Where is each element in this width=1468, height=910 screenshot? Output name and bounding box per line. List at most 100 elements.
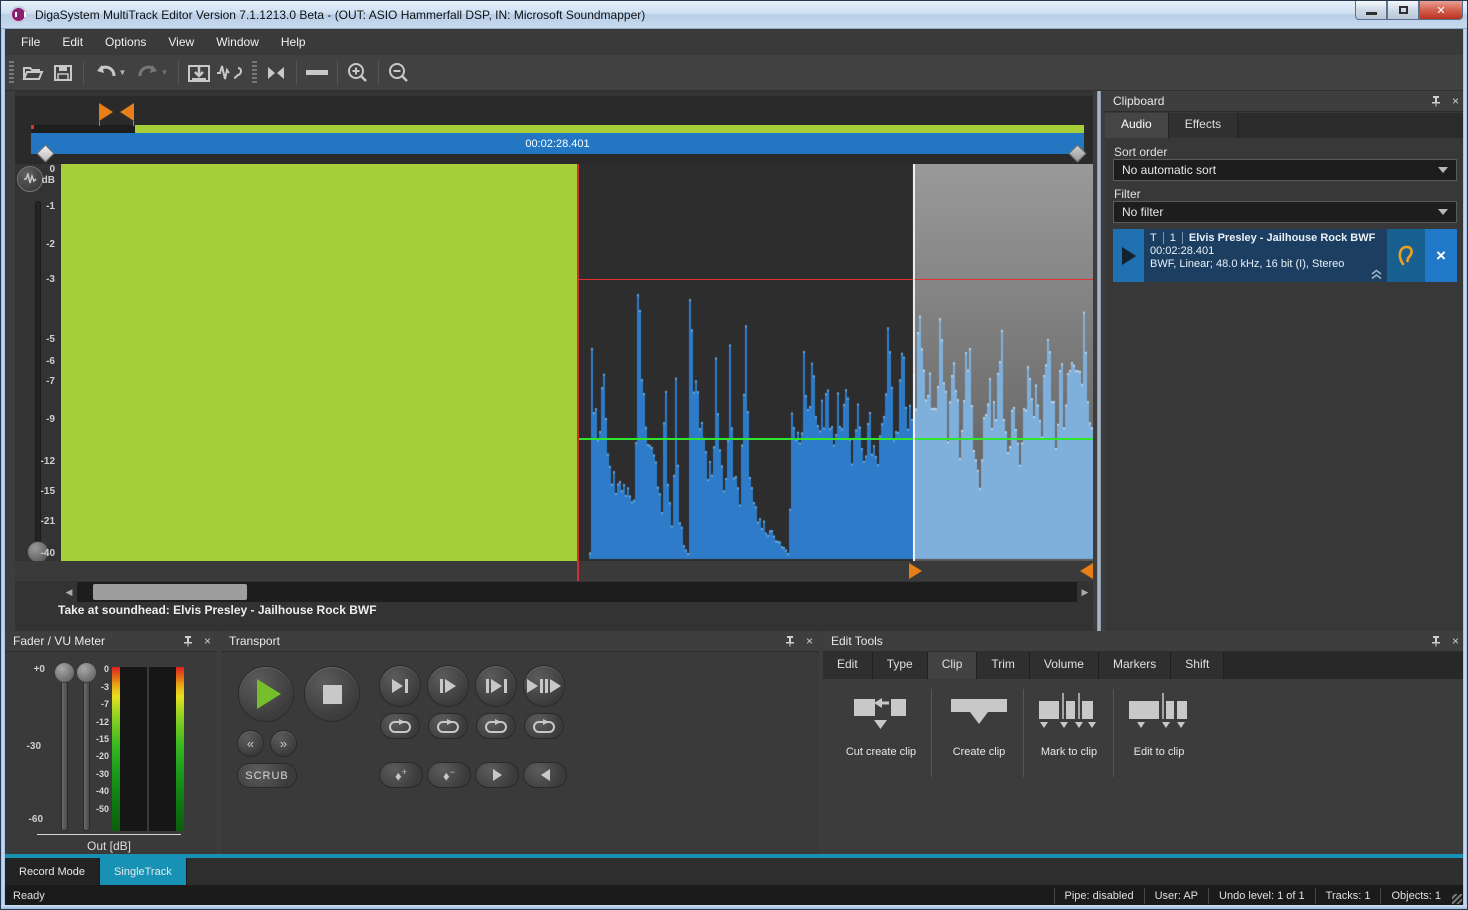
pin-icon[interactable] bbox=[1430, 95, 1442, 107]
entry-play-button[interactable] bbox=[1113, 229, 1144, 282]
selection-in-marker-icon[interactable] bbox=[909, 563, 922, 579]
playhead-cursor[interactable] bbox=[577, 164, 579, 581]
tab-trim[interactable]: Trim bbox=[977, 652, 1030, 679]
hscroll-left-arrow[interactable]: ◀ bbox=[61, 582, 77, 602]
prelisten-button[interactable] bbox=[214, 59, 244, 87]
pin-icon[interactable] bbox=[1430, 635, 1442, 647]
marker-strip[interactable] bbox=[15, 561, 1093, 581]
remove-button[interactable] bbox=[302, 59, 332, 87]
tab-effects[interactable]: Effects bbox=[1169, 113, 1238, 138]
restore-icon bbox=[1399, 6, 1408, 14]
redo-dropdown-caret[interactable]: ▼ bbox=[161, 68, 169, 77]
nudge-right-button[interactable] bbox=[475, 762, 519, 788]
import-take-button[interactable] bbox=[184, 59, 214, 87]
play-around-cursor-button[interactable] bbox=[523, 665, 565, 707]
waveform-canvas[interactable] bbox=[577, 164, 1093, 561]
window-border-right bbox=[1463, 29, 1467, 910]
restore-button[interactable] bbox=[1387, 1, 1419, 20]
loop-around-cursor-button[interactable] bbox=[524, 713, 564, 739]
entry-remove-button[interactable]: × bbox=[1425, 229, 1457, 282]
overview-marker-in-icon[interactable] bbox=[99, 103, 113, 121]
nudge-left-button[interactable] bbox=[523, 762, 567, 788]
redo-button[interactable]: ▼ bbox=[131, 59, 173, 87]
undo-button[interactable]: ▼ bbox=[89, 59, 131, 87]
play-button[interactable] bbox=[238, 666, 294, 722]
play-to-cursor-button[interactable] bbox=[379, 665, 421, 707]
remove-marker-button[interactable]: ♦− bbox=[427, 762, 471, 788]
entry-info[interactable]: T 1 Elvis Presley - Jailhouse Rock BWF 0… bbox=[1144, 229, 1387, 282]
filter-select[interactable]: No filter bbox=[1113, 201, 1457, 223]
loop-icon bbox=[436, 719, 460, 734]
clipboard-entry[interactable]: T 1 Elvis Presley - Jailhouse Rock BWF 0… bbox=[1113, 229, 1457, 282]
undo-dropdown-caret[interactable]: ▼ bbox=[119, 68, 127, 77]
entry-format: BWF, Linear; 48.0 kHz, 16 bit (I), Stere… bbox=[1150, 258, 1381, 270]
tab-edit[interactable]: Edit bbox=[823, 652, 873, 679]
minimize-button[interactable] bbox=[1355, 1, 1387, 20]
timeline-duration-bar[interactable]: 00:02:28.401 bbox=[31, 133, 1084, 154]
fader-track-left[interactable] bbox=[61, 673, 68, 831]
menu-help[interactable]: Help bbox=[271, 31, 316, 53]
skip-back-button[interactable]: « bbox=[237, 730, 264, 757]
close-icon: × bbox=[1436, 246, 1446, 266]
loop-from-cursor-button[interactable] bbox=[428, 713, 468, 739]
vu-scale-tick: -30 bbox=[87, 769, 109, 779]
hscroll-thumb[interactable] bbox=[93, 584, 247, 600]
skip-forward-button[interactable]: » bbox=[270, 730, 297, 757]
selection-out-marker-icon[interactable] bbox=[1080, 563, 1093, 579]
toolbar-grip[interactable] bbox=[252, 61, 257, 85]
add-marker-button[interactable]: ♦+ bbox=[379, 762, 423, 788]
mark-to-clip-button[interactable]: Mark to clip bbox=[1025, 693, 1113, 758]
overview-marker-out-icon[interactable] bbox=[120, 103, 134, 121]
tab-singletrack[interactable]: SingleTrack bbox=[100, 858, 187, 885]
zoom-out-button[interactable] bbox=[384, 59, 414, 87]
db-tick: -1 bbox=[15, 201, 55, 212]
tab-record-mode[interactable]: Record Mode bbox=[5, 858, 100, 885]
tab-volume[interactable]: Volume bbox=[1030, 652, 1099, 679]
entry-prelisten-button[interactable] bbox=[1387, 229, 1425, 282]
menu-window[interactable]: Window bbox=[206, 31, 269, 53]
stop-button[interactable] bbox=[304, 666, 360, 722]
loop-to-cursor-button[interactable] bbox=[380, 713, 420, 739]
save-button[interactable] bbox=[48, 59, 78, 87]
scrub-button[interactable]: SCRUB bbox=[237, 763, 297, 788]
toolbar-grip[interactable] bbox=[9, 61, 14, 85]
close-panel-icon[interactable]: × bbox=[1452, 94, 1459, 108]
menu-edit[interactable]: Edit bbox=[52, 31, 93, 53]
panel-splitter[interactable] bbox=[1093, 91, 1105, 631]
play-selection-button[interactable] bbox=[475, 665, 517, 707]
pin-icon[interactable] bbox=[182, 635, 194, 647]
collapse-chevron-icon[interactable] bbox=[1370, 269, 1383, 280]
sort-order-select[interactable]: No automatic sort bbox=[1113, 159, 1457, 181]
resize-grip[interactable] bbox=[1452, 894, 1462, 904]
timeline-overview[interactable]: 00:02:28.401 bbox=[15, 96, 1093, 164]
close-panel-icon[interactable]: × bbox=[204, 634, 211, 648]
edit-to-clip-button[interactable]: Edit to clip bbox=[1115, 693, 1203, 758]
close-button[interactable]: ✕ bbox=[1419, 1, 1463, 20]
cut-create-clip-button[interactable]: Cut create clip bbox=[837, 693, 925, 758]
tab-shift[interactable]: Shift bbox=[1171, 652, 1224, 679]
tab-clip[interactable]: Clip bbox=[928, 652, 978, 679]
fader-knob-left[interactable] bbox=[54, 662, 75, 683]
tab-type[interactable]: Type bbox=[873, 652, 928, 679]
menu-file[interactable]: File bbox=[11, 31, 50, 53]
undo-icon bbox=[94, 64, 118, 82]
tab-audio[interactable]: Audio bbox=[1105, 113, 1169, 138]
close-panel-icon[interactable]: × bbox=[1452, 634, 1459, 648]
hscroll-right-arrow[interactable]: ▶ bbox=[1077, 582, 1093, 602]
minimize-icon bbox=[1366, 12, 1377, 15]
open-button[interactable] bbox=[18, 59, 48, 87]
loop-selection-button[interactable] bbox=[476, 713, 516, 739]
pin-icon[interactable] bbox=[784, 635, 796, 647]
selection-start-line[interactable] bbox=[913, 164, 915, 561]
menu-options[interactable]: Options bbox=[95, 31, 156, 53]
close-panel-icon[interactable]: × bbox=[806, 634, 813, 648]
zoom-in-button[interactable] bbox=[343, 59, 373, 87]
collapse-button[interactable] bbox=[261, 59, 291, 87]
tab-markers[interactable]: Markers bbox=[1099, 652, 1171, 679]
clip-block-green[interactable] bbox=[61, 164, 577, 561]
filter-label: Filter bbox=[1114, 187, 1141, 201]
play-from-cursor-button[interactable] bbox=[427, 665, 469, 707]
status-user: User: AP bbox=[1144, 888, 1208, 904]
menu-view[interactable]: View bbox=[158, 31, 204, 53]
create-clip-button[interactable]: Create clip bbox=[935, 693, 1023, 758]
